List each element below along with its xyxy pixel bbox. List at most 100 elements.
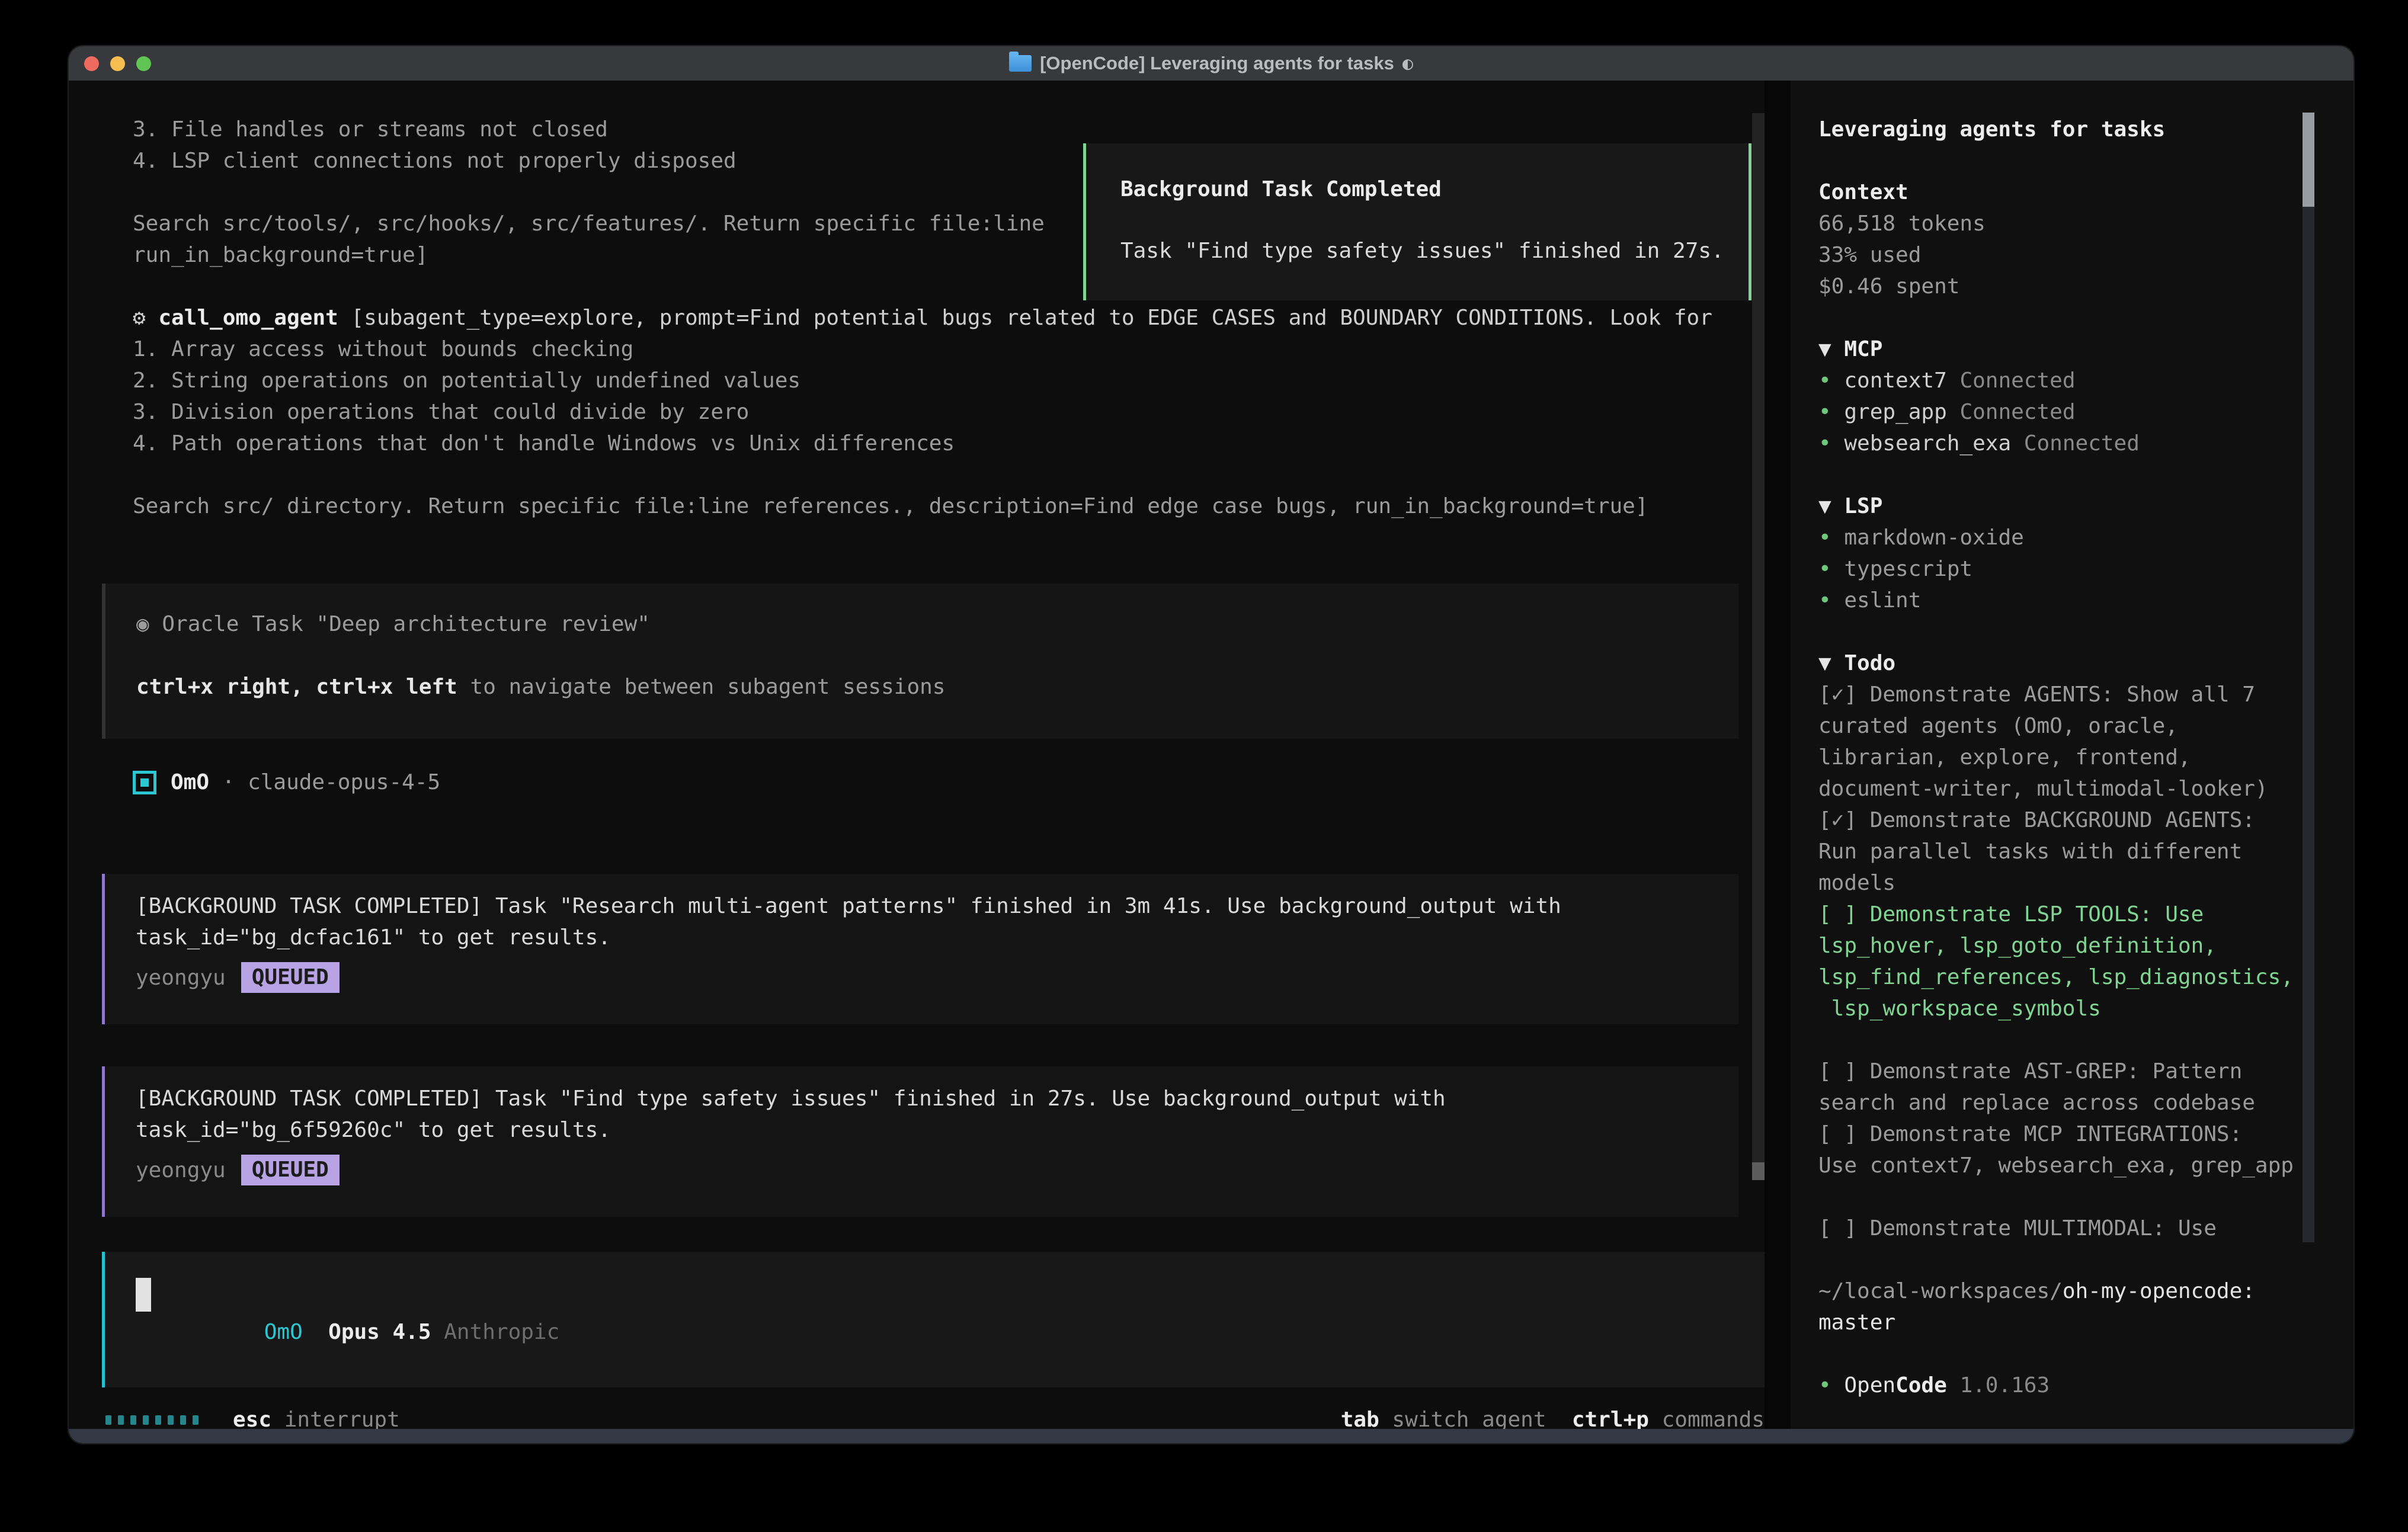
- message-author: yeongyu: [136, 966, 226, 990]
- session-busy-icon: ◐: [1402, 53, 1413, 74]
- agent-icon: [133, 771, 156, 794]
- prompt-input[interactable]: OmO Opus 4.5 Anthropic: [102, 1252, 1765, 1387]
- sidebar-line: • markdown-oxide: [1818, 522, 2310, 553]
- sidebar-line: • OpenCode 1.0.163: [1818, 1370, 2310, 1401]
- sidebar-line: Run parallel tasks with different: [1818, 836, 2310, 867]
- message-line: task_id="bg_6f59260c" to get results.: [136, 1114, 1738, 1146]
- oracle-shortcut-hint: ctrl+x right, ctrl+x left to navigate be…: [136, 671, 1738, 703]
- main-scrollbar-thumb[interactable]: [1752, 1162, 1765, 1180]
- oracle-task-box: ◉ Oracle Task "Deep architecture review"…: [102, 584, 1738, 739]
- sidebar-line: document-writer, multimodal-looker): [1818, 773, 2310, 805]
- sidebar-line: lsp_workspace_symbols: [1818, 993, 2310, 1024]
- spinner-dots: [105, 1415, 198, 1425]
- message-line: [BACKGROUND TASK COMPLETED] Task "Resear…: [136, 890, 1738, 922]
- sidebar-line: [✓] Demonstrate AGENTS: Show all 7: [1818, 679, 2310, 710]
- sidebar-line: models: [1818, 867, 2310, 899]
- transcript-line: 3. Division operations that could divide…: [133, 396, 1768, 428]
- window-titlebar[interactable]: [OpenCode] Leveraging agents for tasks ◐: [69, 46, 2353, 82]
- spinner-dot: [180, 1415, 186, 1425]
- sidebar-line: [1818, 145, 2310, 177]
- window-title: [OpenCode] Leveraging agents for tasks ◐: [69, 46, 2353, 81]
- transcript-line: ⚙ call_omo_agent [subagent_type=explore,…: [133, 302, 1768, 334]
- sidebar-line: [1818, 302, 2310, 334]
- sidebar-info: Leveraging agents for tasks Context66,51…: [1818, 114, 2310, 1401]
- model-indicator: OmO Opus 4.5 Anthropic: [136, 1296, 559, 1368]
- terminal-window: [OpenCode] Leveraging agents for tasks ◐…: [68, 45, 2355, 1444]
- esc-key-hint: esc: [233, 1408, 271, 1432]
- sidebar-line: • context7 Connected: [1818, 365, 2310, 396]
- terminal-content: 3. File handles or streams not closed 4. …: [69, 81, 2353, 1429]
- sidebar-line: [ ] Demonstrate MCP INTEGRATIONS:: [1818, 1118, 2310, 1150]
- sidebar-line: • websearch_exa Connected: [1818, 428, 2310, 459]
- sidebar-line: Use context7, websearch_exa, grep_app: [1818, 1150, 2310, 1181]
- agent-separator: ·: [209, 770, 248, 794]
- sidebar-line: [ ] Demonstrate MULTIMODAL: Use: [1818, 1213, 2310, 1244]
- message-author: yeongyu: [136, 1158, 226, 1182]
- sidebar-line: [ ] Demonstrate AST-GREP: Pattern: [1818, 1056, 2310, 1087]
- sidebar-line: search and replace across codebase: [1818, 1087, 2310, 1118]
- spinner-dot: [143, 1415, 149, 1425]
- sidebar-line: ▼ LSP: [1818, 491, 2310, 522]
- sidebar-line: librarian, explore, frontend,: [1818, 742, 2310, 773]
- spinner-dot: [168, 1415, 174, 1425]
- desktop: [OpenCode] Leveraging agents for tasks ◐…: [0, 0, 2408, 1532]
- transcript-line: 2. String operations on potentially unde…: [133, 365, 1768, 396]
- sidebar-scrollbar-thumb[interactable]: [2303, 113, 2314, 207]
- input-provider-name: Anthropic: [444, 1320, 559, 1344]
- transcript-line: Search src/ directory. Return specific f…: [133, 491, 1768, 522]
- sidebar-line: ▼ MCP: [1818, 334, 2310, 365]
- spinner-dot: [193, 1415, 198, 1425]
- sidebar-line: [1818, 1024, 2310, 1056]
- tab-key-label: switch agent: [1379, 1408, 1546, 1432]
- input-model-name: Opus 4.5: [328, 1320, 431, 1344]
- agent-header: OmO · claude-opus-4-5: [133, 767, 440, 798]
- spinner-dot: [130, 1415, 136, 1425]
- sidebar-line: master: [1818, 1307, 2310, 1338]
- sidebar-line: lsp_hover, lsp_goto_definition,: [1818, 930, 2310, 961]
- agent-name: OmO: [171, 770, 209, 794]
- sidebar-line: [1818, 1244, 2310, 1275]
- spinner-dot: [105, 1415, 111, 1425]
- sidebar-line: [ ] Demonstrate LSP TOOLS: Use: [1818, 899, 2310, 930]
- spinner-dot: [118, 1415, 124, 1425]
- transcript-line: [133, 459, 1768, 491]
- transcript-line: 3. File handles or streams not closed: [133, 114, 1768, 145]
- spinner-dot: [155, 1415, 161, 1425]
- background-task-message: [BACKGROUND TASK COMPLETED] Task "Find t…: [102, 1066, 1738, 1217]
- sidebar-line: [✓] Demonstrate BACKGROUND AGENTS:: [1818, 805, 2310, 836]
- toast-title: Background Task Completed: [1120, 175, 1714, 204]
- key-gap: [1546, 1408, 1572, 1432]
- esc-key-label: interrupt: [271, 1408, 400, 1432]
- sidebar-line: $0.46 spent: [1818, 271, 2310, 302]
- oracle-spacer: [136, 640, 1738, 671]
- sidebar-line: curated agents (OmO, oracle,: [1818, 710, 2310, 742]
- sidebar-line: Leveraging agents for tasks: [1818, 114, 2310, 145]
- sidebar-line: • grep_app Connected: [1818, 396, 2310, 428]
- sidebar-line: Context: [1818, 177, 2310, 208]
- column-gap: [1765, 81, 1791, 1429]
- window-bottom-bar: [69, 1429, 2353, 1443]
- shortcut-description: to navigate between subagent sessions: [457, 675, 946, 699]
- sidebar-line: [1818, 459, 2310, 491]
- toast-body: Task "Find type safety issues" finished …: [1120, 237, 1714, 265]
- background-task-message: [BACKGROUND TASK COMPLETED] Task "Resear…: [102, 874, 1738, 1024]
- sidebar-line: [1818, 616, 2310, 648]
- input-agent-name: OmO: [264, 1320, 303, 1344]
- transcript-line: 4. Path operations that don't handle Win…: [133, 428, 1768, 459]
- status-badge: QUEUED: [241, 962, 340, 993]
- sidebar-line: • eslint: [1818, 585, 2310, 616]
- sidebar-line: lsp_find_references, lsp_diagnostics,: [1818, 961, 2310, 993]
- message-line: [BACKGROUND TASK COMPLETED] Task "Find t…: [136, 1083, 1738, 1114]
- folder-icon: [1009, 55, 1032, 72]
- sidebar-scrollbar-track[interactable]: [2303, 207, 2314, 1242]
- commands-key-hint: ctrl+p: [1572, 1408, 1649, 1432]
- commands-key-label: commands: [1649, 1408, 1765, 1432]
- sidebar-line: • typescript: [1818, 553, 2310, 585]
- window-title-text: [OpenCode] Leveraging agents for tasks: [1040, 53, 1394, 74]
- status-badge: QUEUED: [241, 1155, 340, 1185]
- background-task-toast[interactable]: Background Task Completed Task "Find typ…: [1083, 143, 1751, 300]
- agent-model: claude-opus-4-5: [248, 770, 440, 794]
- main-scrollbar-track[interactable]: [1752, 113, 1765, 1180]
- sidebar-line: [1818, 1338, 2310, 1370]
- oracle-task-title: ◉ Oracle Task "Deep architecture review": [136, 608, 1738, 640]
